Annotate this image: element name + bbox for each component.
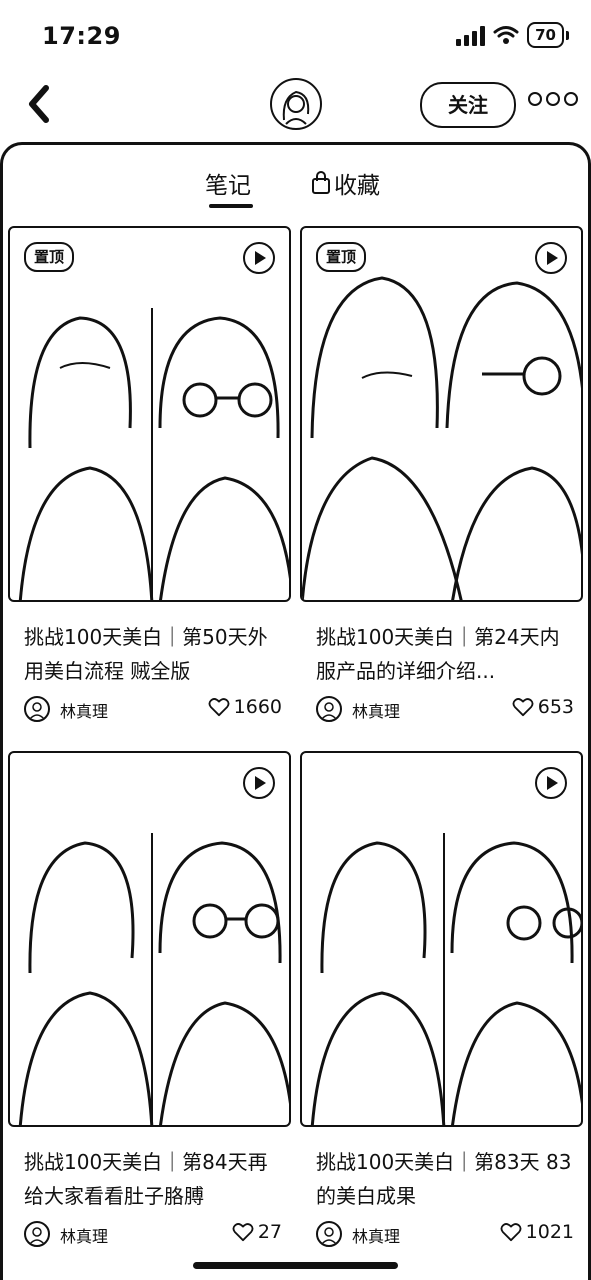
- status-time: 17:29: [42, 22, 121, 50]
- chevron-left-icon[interactable]: [24, 84, 64, 124]
- note-title: 挑战100天美白｜第50天外用美白流程 贼全版: [24, 625, 268, 683]
- tab-active-indicator: [209, 204, 253, 208]
- author-name[interactable]: 林真理: [352, 698, 400, 722]
- like-button[interactable]: 27: [232, 1221, 282, 1243]
- tab-notes-label: 笔记: [205, 173, 251, 199]
- home-indicator[interactable]: [193, 1262, 398, 1269]
- note-cover-image: 置顶: [8, 226, 291, 602]
- like-count: 1021: [525, 1221, 574, 1243]
- note-meta: 林真理 1660: [24, 696, 282, 724]
- note-cover-image: [8, 751, 291, 1127]
- like-button[interactable]: 1021: [500, 1221, 574, 1243]
- author-avatar[interactable]: [316, 696, 342, 722]
- note-title: 挑战100天美白｜第84天再给大家看看肚子胳膊: [24, 1150, 268, 1208]
- pinned-badge: 置顶: [24, 242, 75, 272]
- more-dots-icon[interactable]: [528, 92, 578, 106]
- like-button[interactable]: 653: [512, 696, 574, 718]
- video-play-icon: [535, 242, 567, 274]
- note-title: 挑战100天美白｜第24天内服产品的详细介绍...: [316, 625, 560, 683]
- signal-icon: [456, 24, 486, 46]
- note-title: 挑战100天美白｜第83天 83的美白成果: [316, 1150, 572, 1208]
- heart-icon: [500, 1223, 522, 1242]
- like-button[interactable]: 1660: [208, 696, 282, 718]
- note-cover-image: 置顶: [300, 226, 583, 602]
- tab-notes[interactable]: 笔记: [205, 166, 253, 208]
- heart-icon: [232, 1223, 254, 1242]
- author-name[interactable]: 林真理: [352, 1223, 400, 1247]
- tab-bar: 笔记 收藏: [0, 162, 591, 212]
- video-play-icon: [243, 767, 275, 799]
- heart-icon: [208, 698, 230, 717]
- pinned-badge: 置顶: [316, 242, 367, 272]
- battery-level: 70: [527, 22, 564, 48]
- author-name[interactable]: 林真理: [60, 698, 108, 722]
- note-card[interactable]: 置顶 挑战100天美白｜第50天外用美白流程 贼全版 林真理 1660: [8, 226, 291, 731]
- note-meta: 林真理 653: [316, 696, 574, 724]
- video-play-icon: [535, 767, 567, 799]
- tab-favorites[interactable]: 收藏: [312, 166, 380, 200]
- top-nav: 关注: [0, 70, 591, 140]
- wifi-icon: [493, 26, 519, 44]
- note-card[interactable]: 挑战100天美白｜第83天 83的美白成果 林真理 1021: [300, 751, 583, 1256]
- status-bar: 17:29 70: [0, 0, 591, 70]
- video-play-icon: [243, 242, 275, 274]
- author-avatar[interactable]: [24, 1221, 50, 1247]
- avatar[interactable]: [270, 78, 322, 130]
- note-cover-image: [300, 751, 583, 1127]
- author-name[interactable]: 林真理: [60, 1223, 108, 1247]
- heart-icon: [512, 698, 534, 717]
- author-avatar[interactable]: [316, 1221, 342, 1247]
- like-count: 27: [257, 1221, 282, 1243]
- note-card[interactable]: 置顶 挑战100天美白｜第24天内服产品的详细介绍... 林真理 653: [300, 226, 583, 731]
- follow-button[interactable]: 关注: [420, 82, 516, 128]
- lock-icon: [312, 171, 330, 194]
- note-meta: 林真理 27: [24, 1221, 282, 1249]
- tab-favorites-label: 收藏: [334, 173, 380, 199]
- like-count: 653: [537, 696, 574, 718]
- note-meta: 林真理 1021: [316, 1221, 574, 1249]
- note-card[interactable]: 挑战100天美白｜第84天再给大家看看肚子胳膊 林真理 27: [8, 751, 291, 1256]
- status-icons: 70: [456, 22, 569, 48]
- like-count: 1660: [233, 696, 282, 718]
- battery-icon: 70: [527, 22, 569, 48]
- author-avatar[interactable]: [24, 696, 50, 722]
